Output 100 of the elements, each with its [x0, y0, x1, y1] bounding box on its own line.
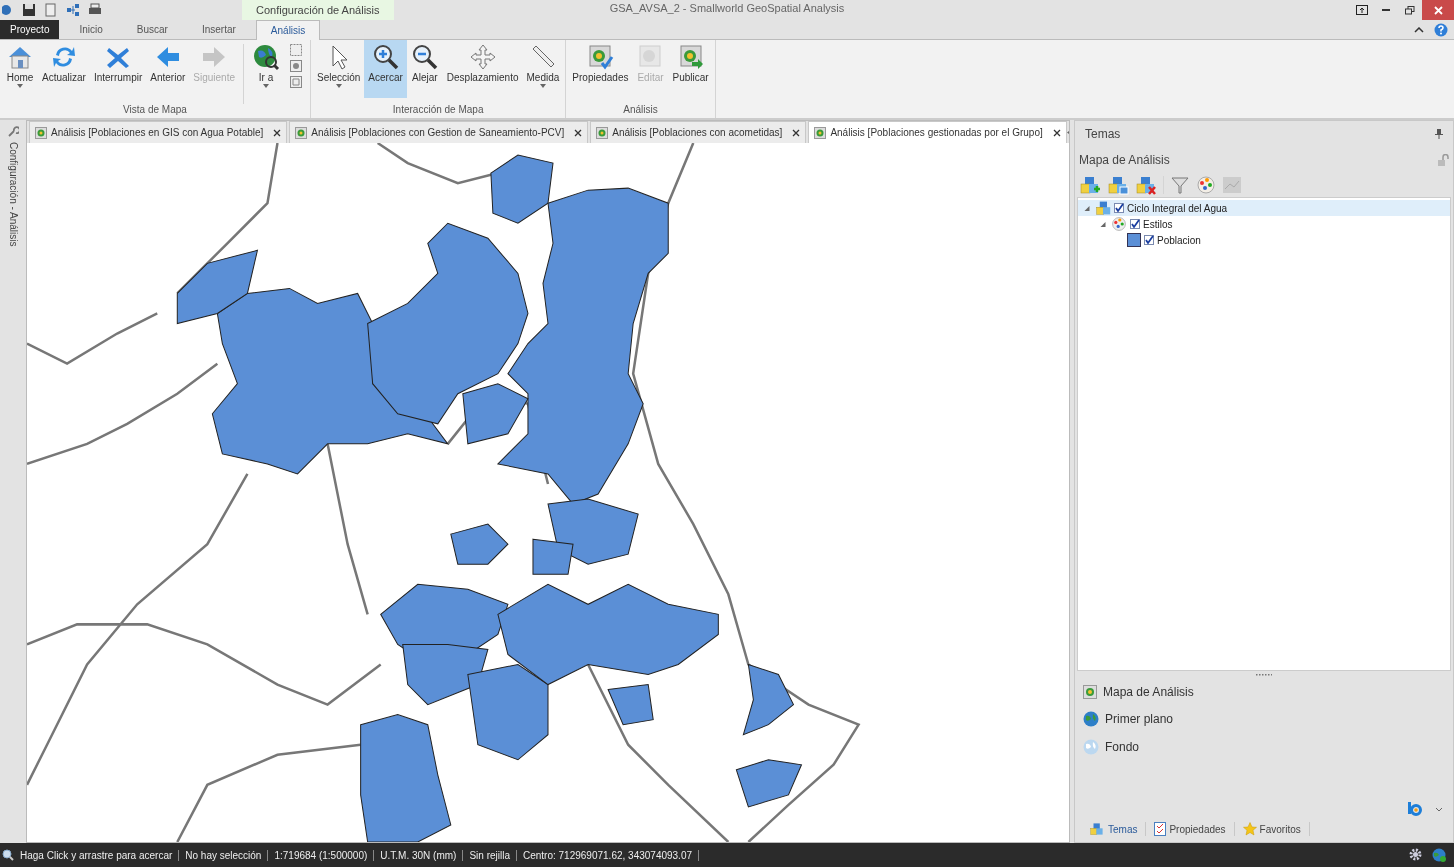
expander-icon[interactable] — [1098, 220, 1108, 228]
panel-tab[interactable]: Favoritos — [1234, 822, 1310, 836]
filter-icon[interactable] — [1170, 175, 1190, 195]
printer-icon[interactable] — [88, 3, 102, 17]
status-text: No hay selección — [179, 849, 269, 861]
close-button[interactable] — [1422, 0, 1454, 20]
side-panel-tab[interactable]: Configuración - Análisis — [7, 142, 19, 247]
expander-icon[interactable] — [1082, 204, 1092, 212]
star-icon — [1242, 822, 1257, 836]
bing-logo-icon[interactable] — [1407, 802, 1423, 816]
grid-select-icon[interactable] — [290, 76, 302, 88]
app-icon[interactable] — [2, 3, 14, 17]
move-arrows-icon — [468, 43, 497, 71]
ribbon-tab[interactable]: Análisis — [255, 20, 321, 40]
map-tab-icon — [35, 126, 47, 139]
status-text: U.T.M. 30N (mm) — [374, 849, 464, 861]
panel-title: Temas — [1085, 127, 1121, 141]
status-text: 1:719684 (1:500000) — [268, 849, 375, 861]
close-icon — [1433, 5, 1443, 15]
chevron-down-icon[interactable] — [1435, 806, 1443, 812]
ribbon-button[interactable]: Actualizar — [38, 40, 90, 98]
document-tab[interactable]: Análisis [Poblaciones en GIS con Agua Potable] — [29, 121, 288, 143]
map-list-item[interactable]: Primer plano — [1083, 711, 1445, 727]
map-list-item[interactable]: Mapa de Análisis — [1083, 685, 1445, 699]
status-text: Centro: 712969071.62, 343074093.07 — [517, 849, 700, 861]
close-icon[interactable] — [273, 128, 282, 137]
ribbon-button[interactable]: Anterior — [146, 40, 190, 98]
caret-icon — [263, 84, 269, 88]
settings-icon[interactable] — [1409, 848, 1422, 861]
map-icon — [1083, 685, 1097, 699]
panel-tab[interactable]: Temas — [1081, 822, 1147, 836]
palette-icon — [1111, 216, 1127, 232]
window-title: GSA_AVSA_2 - Smallworld GeoSpatial Analysis — [609, 2, 845, 14]
close-icon[interactable] — [574, 128, 583, 137]
layer-label[interactable]: Estilos — [1143, 218, 1173, 230]
ribbon-button[interactable]: Selección — [313, 40, 365, 98]
status-text: Sin rejilla — [463, 849, 517, 861]
hierarchy-icon[interactable] — [66, 3, 80, 17]
pin-icon[interactable] — [1435, 129, 1443, 139]
zoom-out-icon — [410, 43, 439, 71]
add-layer-icon[interactable] — [1079, 175, 1101, 195]
layers-icon — [1095, 200, 1111, 216]
globe-icon — [1083, 739, 1099, 755]
ribbon-button[interactable]: Medida — [522, 40, 564, 98]
info-icon[interactable] — [290, 60, 302, 72]
ribbon-button[interactable]: Desplazamiento — [442, 40, 523, 98]
remove-layer-icon[interactable] — [1135, 175, 1157, 195]
wrench-icon[interactable] — [7, 126, 19, 138]
ribbon-button[interactable]: Acercar — [364, 40, 407, 98]
map-tab-icon — [596, 126, 609, 139]
layer-properties-icon[interactable] — [1107, 175, 1129, 195]
globe-search-icon — [252, 43, 280, 71]
ribbon-button[interactable]: Publicar — [668, 40, 713, 98]
ribbon-button[interactable]: Alejar — [406, 40, 443, 98]
minimize-icon — [1382, 9, 1390, 11]
palette-icon[interactable] — [1196, 175, 1216, 195]
map-tab-icon — [814, 126, 827, 139]
ribbon-tab[interactable]: Proyecto — [0, 20, 60, 39]
layers-icon — [1089, 822, 1105, 836]
map-check-icon — [586, 43, 615, 71]
zoom-in-icon — [371, 43, 400, 71]
group-label: Análisis — [622, 104, 659, 117]
caret-icon — [539, 84, 546, 88]
ribbon-button[interactable]: Home — [2, 40, 38, 98]
globe-icon[interactable] — [1432, 848, 1446, 862]
panel-subtitle: Mapa de Análisis — [1079, 153, 1170, 167]
ribbon-button[interactable]: Interrumpir — [89, 40, 147, 98]
help-icon[interactable] — [1434, 22, 1448, 37]
document-tab[interactable]: Análisis [Poblaciones con Gestion de Saneamiento-PCV] — [289, 121, 589, 143]
ribbon-button[interactable]: Propiedades — [568, 40, 633, 98]
context-tab-label: Configuración de Análisis — [242, 0, 394, 20]
collapse-icon[interactable] — [1414, 26, 1424, 33]
close-icon[interactable] — [1052, 128, 1061, 137]
ribbon-display-icon — [1356, 5, 1368, 15]
ribbon-button[interactable]: Ir a — [248, 40, 284, 98]
checkbox[interactable] — [1114, 203, 1124, 213]
document-tab[interactable]: Análisis [Poblaciones gestionadas por el Grupo] — [808, 121, 1067, 143]
map-list-item[interactable]: Fondo — [1083, 739, 1445, 755]
select-area-icon[interactable] — [290, 44, 302, 56]
checkbox[interactable] — [1130, 219, 1140, 229]
map-tab-icon — [295, 126, 308, 139]
save-icon[interactable] — [22, 3, 36, 17]
status-text: Haga Click y arrastre para acercar — [14, 849, 180, 861]
zoom-in-icon — [2, 849, 14, 861]
globe-icon — [1083, 711, 1099, 727]
checkbox[interactable] — [1144, 235, 1154, 245]
ribbon-tab[interactable]: Inicio — [65, 20, 117, 39]
group-label: Vista de Mapa — [122, 104, 188, 117]
grip-icon[interactable] — [1256, 673, 1272, 677]
document-tab[interactable]: Análisis [Poblaciones con acometidas] — [590, 121, 807, 143]
checklist-icon — [1154, 822, 1167, 836]
restore-icon — [1405, 5, 1415, 15]
layer-label[interactable]: Poblacion — [1157, 234, 1201, 246]
caret-icon — [335, 84, 342, 88]
ribbon-tab[interactable]: Buscar — [122, 20, 182, 39]
close-icon[interactable] — [792, 128, 801, 137]
group-label: Interacción de Mapa — [391, 104, 485, 117]
ribbon-tab[interactable]: Insertar — [187, 20, 250, 39]
caret-icon — [17, 84, 23, 88]
panel-tab[interactable]: Propiedades — [1146, 822, 1235, 836]
